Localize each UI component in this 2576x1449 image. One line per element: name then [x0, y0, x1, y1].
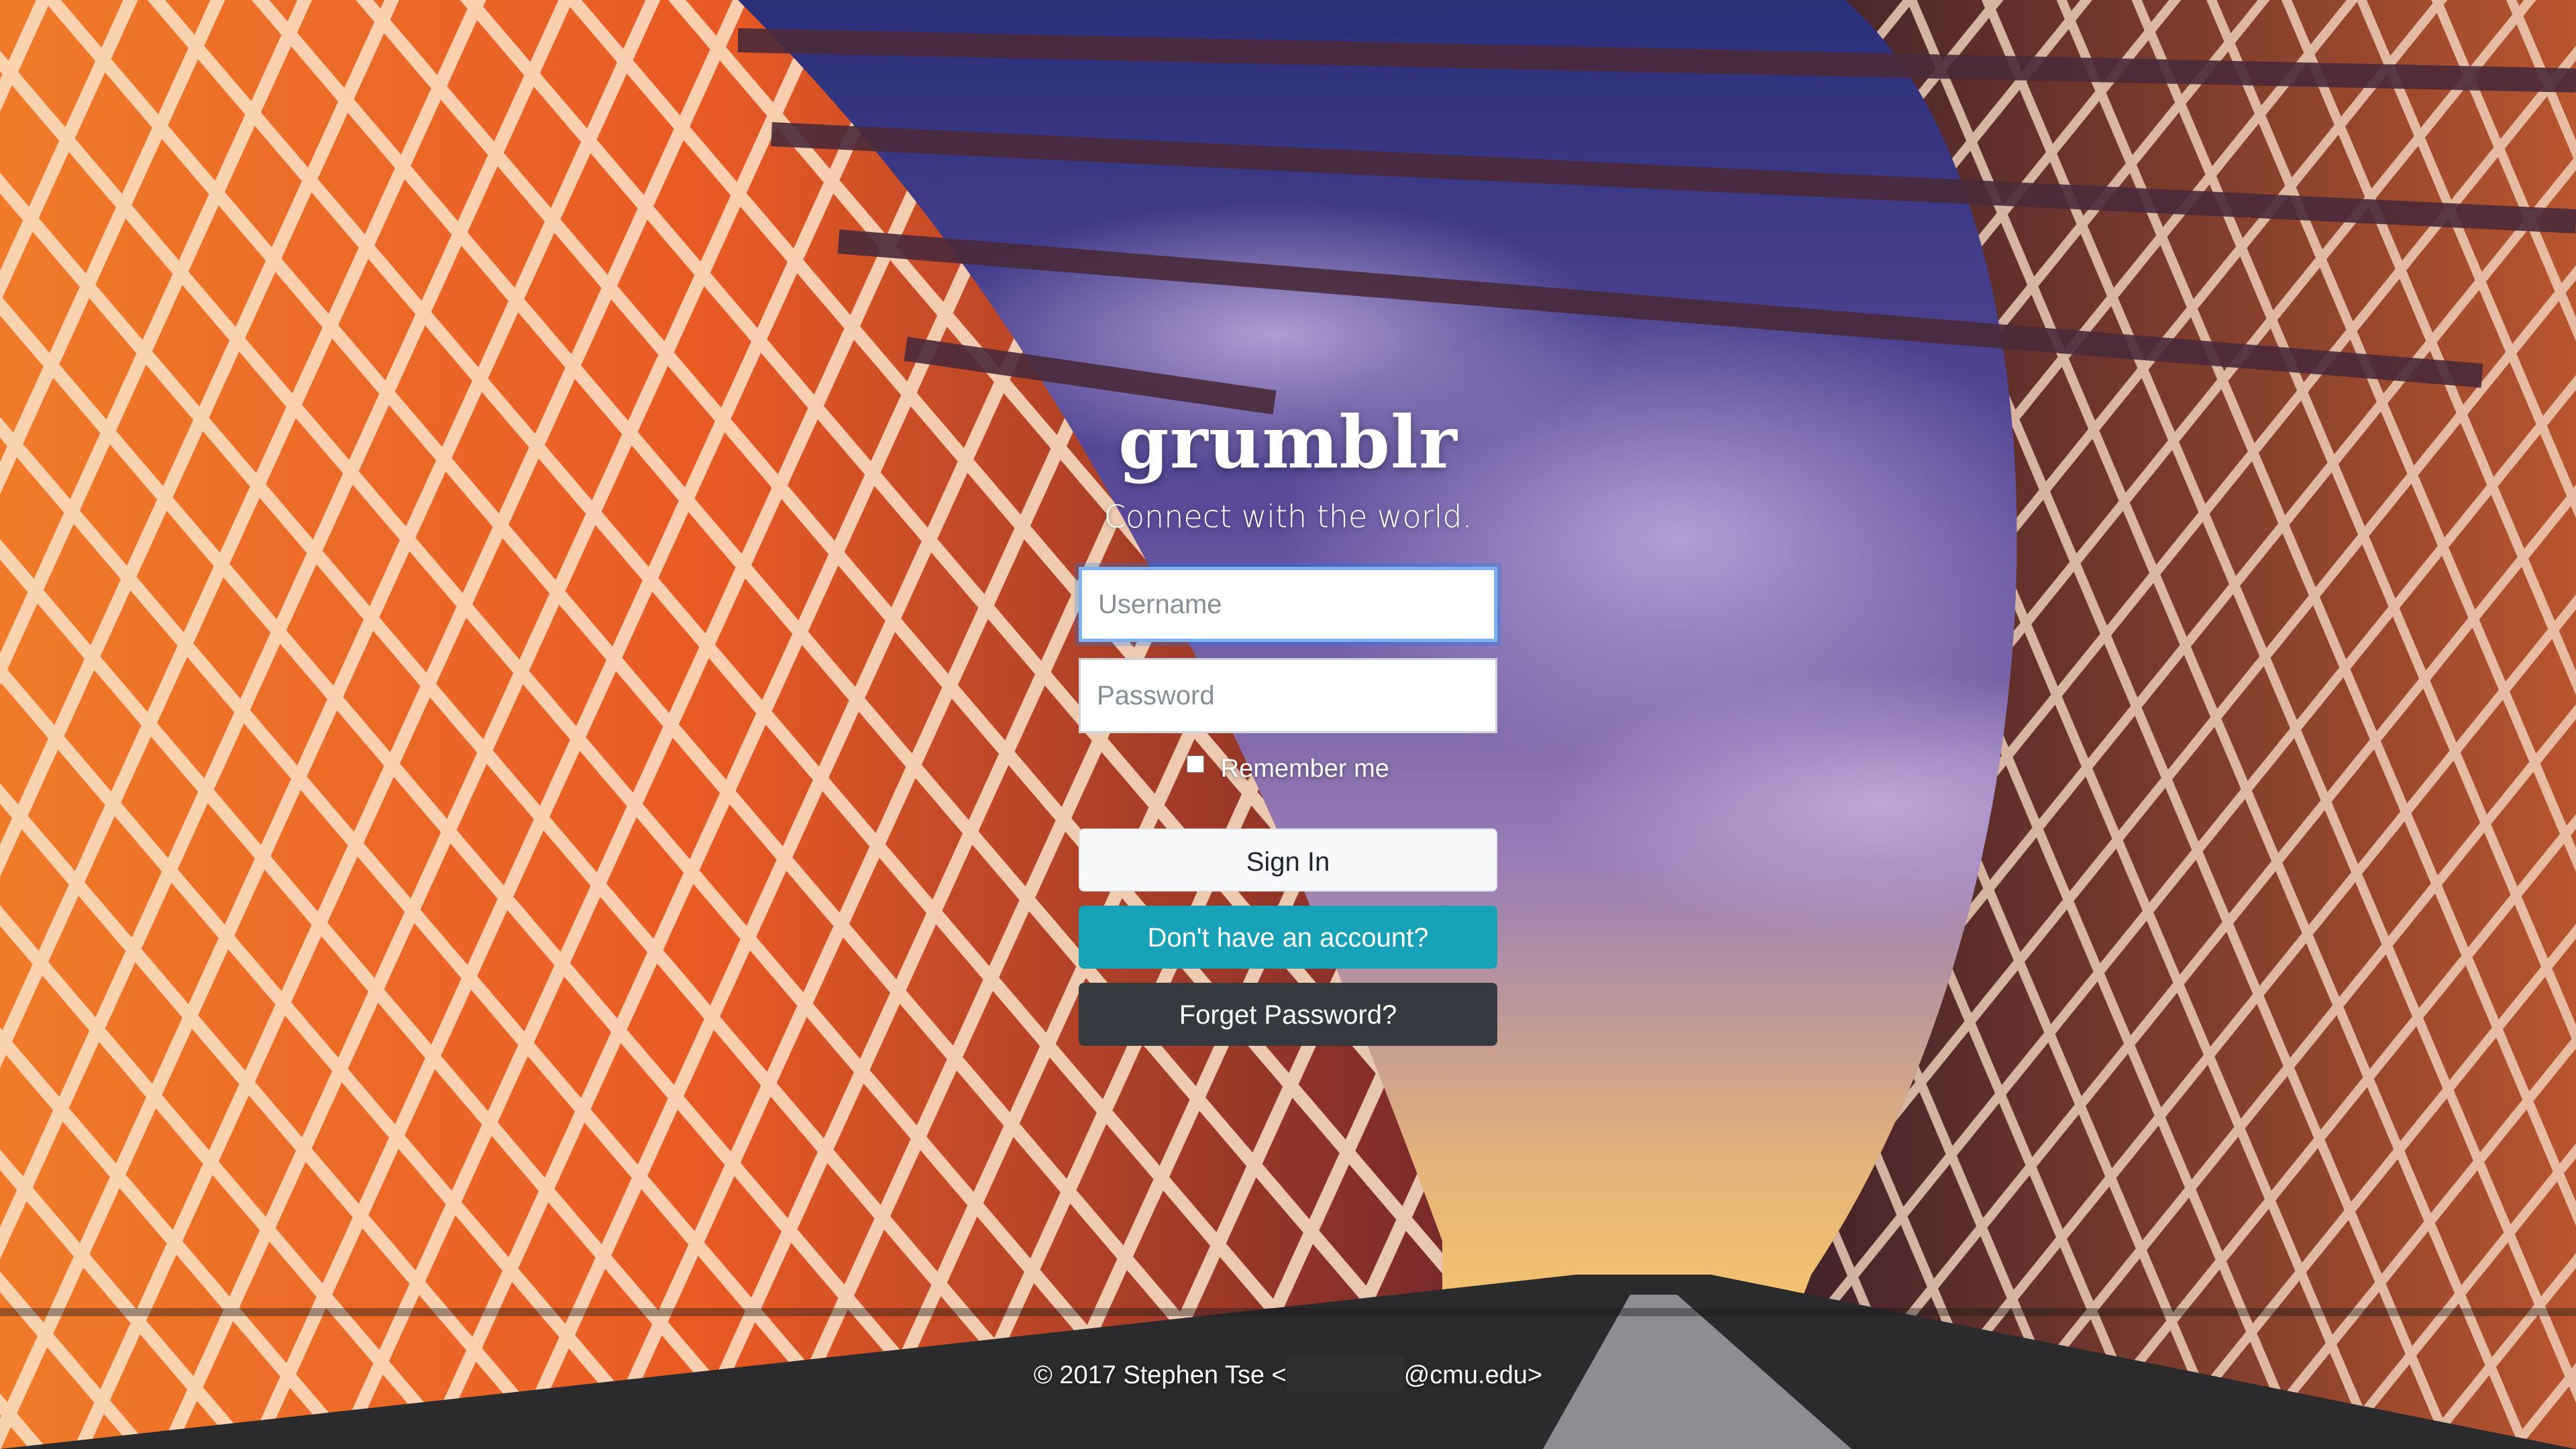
sign-in-button[interactable]: Sign In [1079, 828, 1497, 892]
remember-me-row: Remember me [1079, 750, 1497, 788]
forgot-password-button[interactable]: Forget Password? [1079, 983, 1497, 1046]
brand-tagline: Connect with the world. [1104, 498, 1472, 535]
redacted-email-user [1286, 1356, 1404, 1391]
sign-up-button[interactable]: Don't have an account? [1079, 906, 1497, 969]
footer-prefix: © 2017 Stephen Tse < [1033, 1361, 1287, 1389]
brand-title: grumblr [1118, 400, 1458, 485]
remember-me-label[interactable]: Remember me [1221, 755, 1389, 783]
username-input[interactable] [1079, 567, 1497, 642]
password-input[interactable] [1079, 658, 1497, 733]
remember-me-checkbox[interactable] [1187, 755, 1205, 773]
footer-suffix: @cmu.edu> [1403, 1361, 1543, 1389]
footer-copyright: © 2017 Stephen Tse < @cmu.edu> [0, 1355, 2576, 1395]
